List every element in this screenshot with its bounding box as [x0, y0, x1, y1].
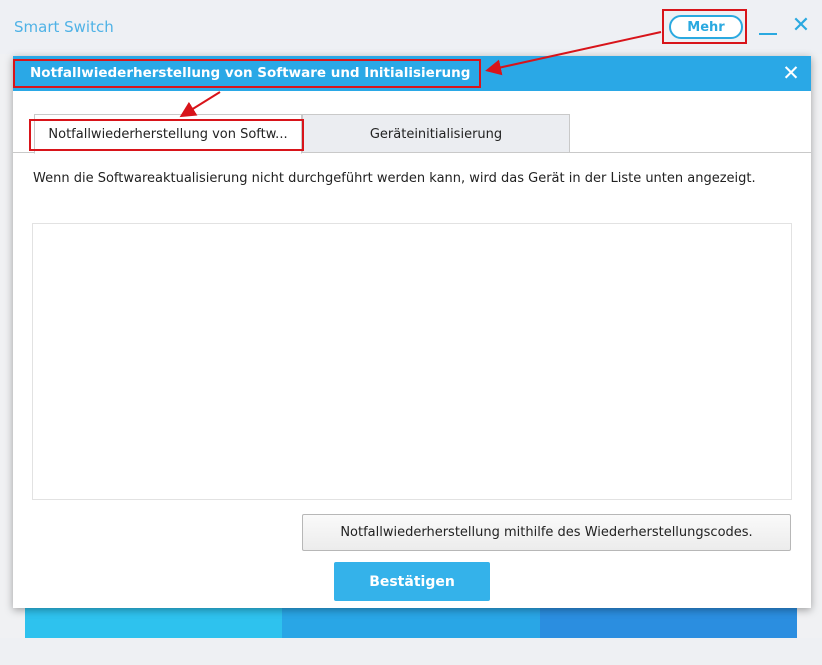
confirm-button[interactable]: Bestätigen: [334, 562, 490, 601]
annotation-box-more: [662, 9, 747, 44]
close-icon[interactable]: ✕: [779, 60, 803, 86]
bottom-strip: [0, 638, 822, 665]
close-icon[interactable]: ✕: [790, 14, 812, 38]
app-titlebar: Smart Switch Mehr ✕: [0, 0, 822, 54]
dialog-header: Notfallwiederherstellung von Software un…: [13, 56, 811, 91]
app-title: Smart Switch: [14, 18, 114, 36]
minimize-icon[interactable]: [759, 33, 777, 35]
recovery-code-button[interactable]: Notfallwiederherstellung mithilfe des Wi…: [302, 514, 791, 551]
emergency-recovery-dialog: Notfallwiederherstellung von Software un…: [13, 56, 811, 608]
device-list[interactable]: [32, 223, 792, 500]
description-text: Wenn die Softwareaktualisierung nicht du…: [33, 171, 756, 186]
annotation-box-title: [13, 59, 481, 88]
tab-device-initialization[interactable]: Geräteinitialisierung: [302, 114, 570, 153]
annotation-box-tab: [29, 119, 304, 151]
